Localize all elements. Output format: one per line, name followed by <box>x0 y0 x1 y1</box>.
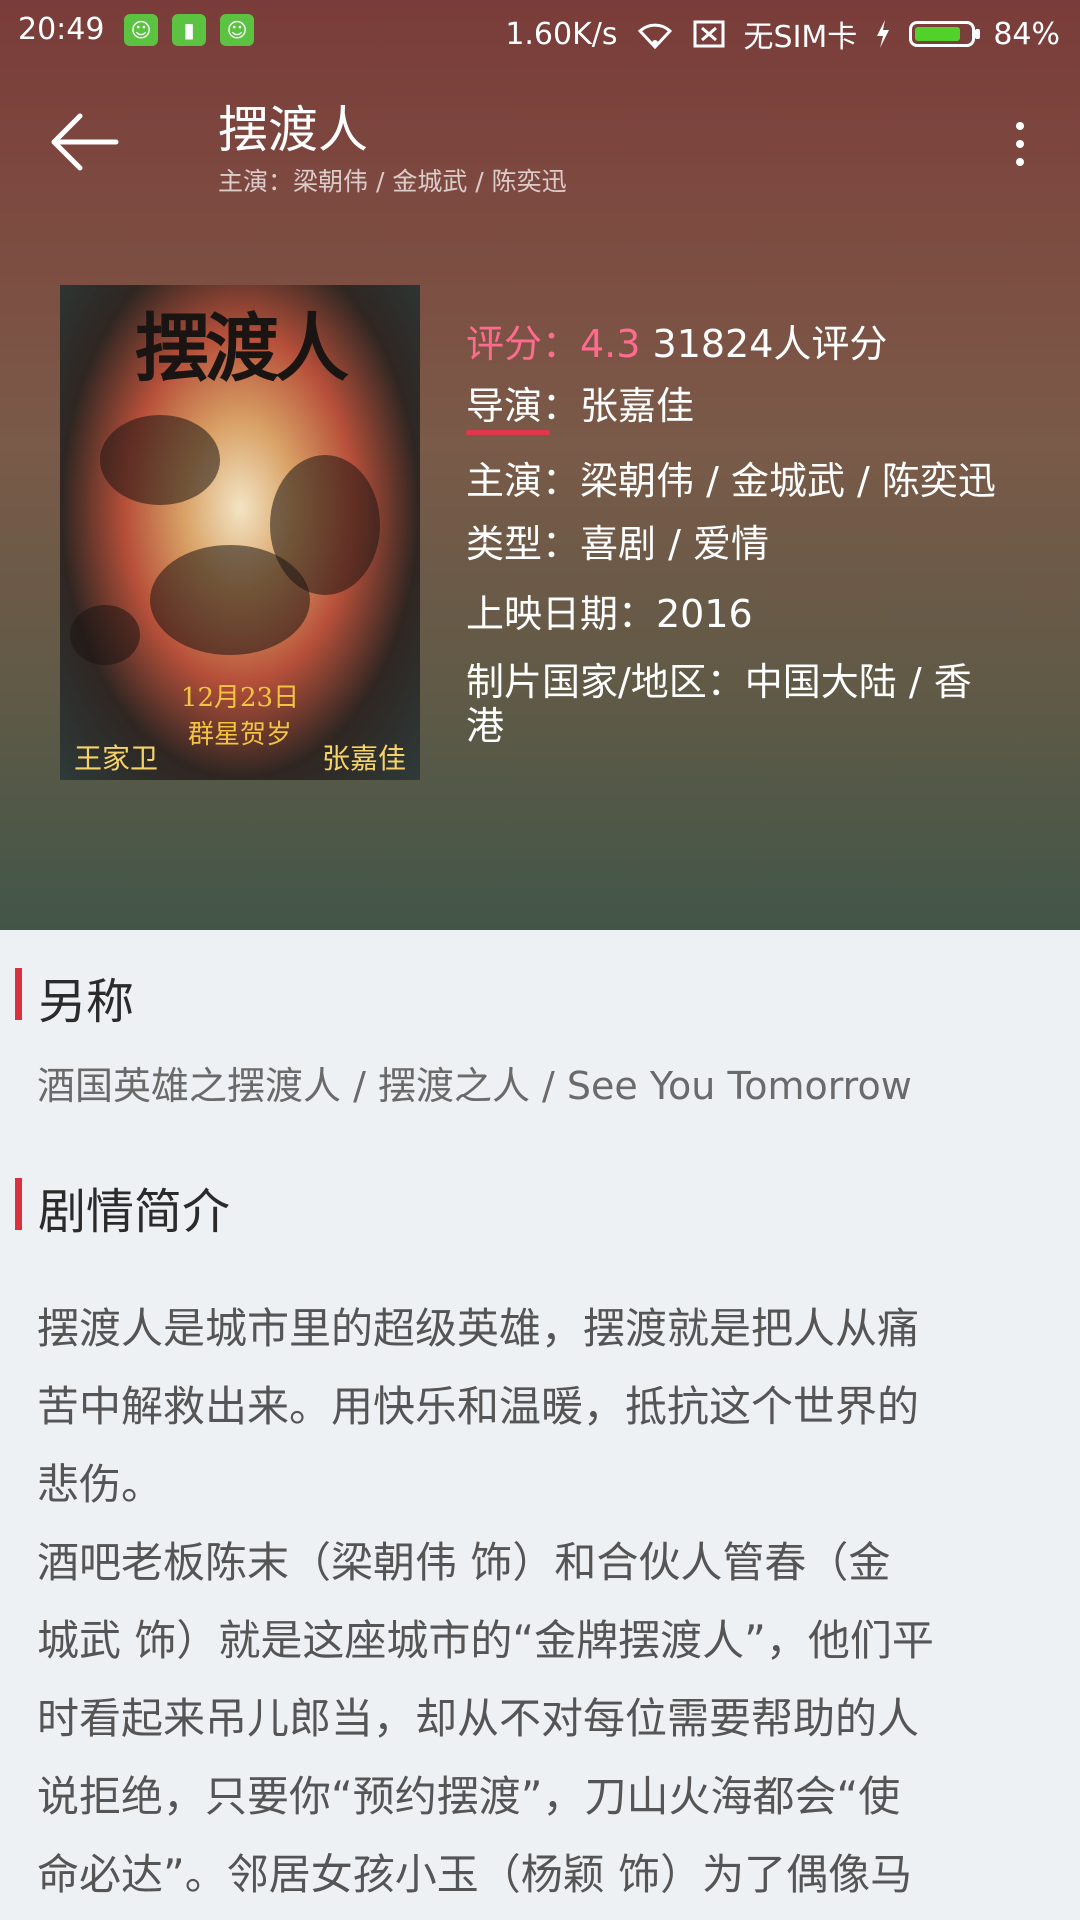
battery-percent: 84% <box>993 16 1060 52</box>
sim-status: 无SIM卡 <box>743 20 858 55</box>
synopsis-title: 剧情简介 <box>38 1184 231 1240</box>
aka-title: 另称 <box>38 974 135 1030</box>
rating-count: 31824人评分 <box>652 322 888 366</box>
more-dot-icon <box>1016 140 1024 148</box>
section-marker <box>15 1178 22 1230</box>
synopsis-line: 酒吧老板陈末（梁朝伟 饰）和合伙人管春（金 <box>37 1538 891 1587</box>
page-title: 摆渡人 <box>218 101 368 159</box>
charging-icon <box>877 20 890 48</box>
status-time: 20:49 <box>18 12 105 47</box>
movie-poster[interactable]: 摆渡人 12月23日 群星贺岁 王家卫 张嘉佳 <box>60 285 420 780</box>
page-subtitle: 主演：梁朝伟 / 金城武 / 陈奕迅 <box>218 167 567 196</box>
wifi-icon <box>637 23 672 49</box>
status-bar: 20:49 ☺ ▮ ☺ 1.60K/s 无SIM卡 84% <box>0 0 1080 62</box>
synopsis-line: 苦中解救出来。用快乐和温暖，抵抗这个世界的 <box>37 1382 920 1431</box>
synopsis-line: 时看起来吊儿郎当，却从不对每位需要帮助的人 <box>37 1694 920 1743</box>
battery-icon <box>909 21 981 47</box>
movie-header: 20:49 ☺ ▮ ☺ 1.60K/s 无SIM卡 84% 摆渡人 主演：梁朝伟… <box>0 0 1080 930</box>
more-dot-icon <box>1016 122 1024 130</box>
director-underline <box>466 430 550 435</box>
genre: 类型：喜剧 / 爱情 <box>466 522 769 566</box>
director[interactable]: 导演：张嘉佳 <box>466 375 694 430</box>
android-icon: ☺ <box>124 14 158 46</box>
rating-row: 评分：4.3 31824人评分 <box>466 313 887 368</box>
cast: 主演：梁朝伟 / 金城武 / 陈奕迅 <box>466 459 996 503</box>
synopsis-text: 摆渡人是城市里的超级英雄，摆渡就是把人从痛 苦中解救出来。用快乐和温暖，抵抗这个… <box>37 1290 1047 1914</box>
more-options-button[interactable] <box>990 104 1050 184</box>
network-speed: 1.60K/s <box>505 16 618 52</box>
back-button[interactable] <box>38 102 128 182</box>
more-dot-icon <box>1016 158 1024 166</box>
no-sim-icon <box>693 20 725 48</box>
android-icon: ☺ <box>220 14 254 46</box>
rating-score: 评分：4.3 <box>466 322 641 366</box>
synopsis-line: 城武 饰）就是这座城市的“金牌摆渡人”，他们平 <box>37 1616 934 1665</box>
synopsis-line: 摆渡人是城市里的超级英雄，摆渡就是把人从痛 <box>37 1304 920 1353</box>
synopsis-line: 命必达”。邻居女孩小玉（杨颖 饰）为了偶像马 <box>37 1850 913 1899</box>
battery-app-icon: ▮ <box>172 14 206 46</box>
synopsis-line: 说拒绝，只要你“预约摆渡”，刀山火海都会“使 <box>37 1772 901 1821</box>
aka-text: 酒国英雄之摆渡人 / 摆渡之人 / See You Tomorrow <box>37 1064 912 1108</box>
back-arrow-icon <box>51 113 119 171</box>
section-marker <box>15 968 22 1020</box>
poster-title: 摆渡人 <box>135 306 349 392</box>
country-line-1: 制片国家/地区：中国大陆 / 香 <box>466 660 972 704</box>
release-date: 上映日期：2016 <box>466 592 753 636</box>
synopsis-line: 悲伤。 <box>37 1460 164 1509</box>
country-line-2: 港 <box>466 704 505 748</box>
poster-credits: 王家卫 张嘉佳 <box>74 742 406 775</box>
movie-details: 另称 酒国英雄之摆渡人 / 摆渡之人 / See You Tomorrow 剧情… <box>0 930 1080 1920</box>
